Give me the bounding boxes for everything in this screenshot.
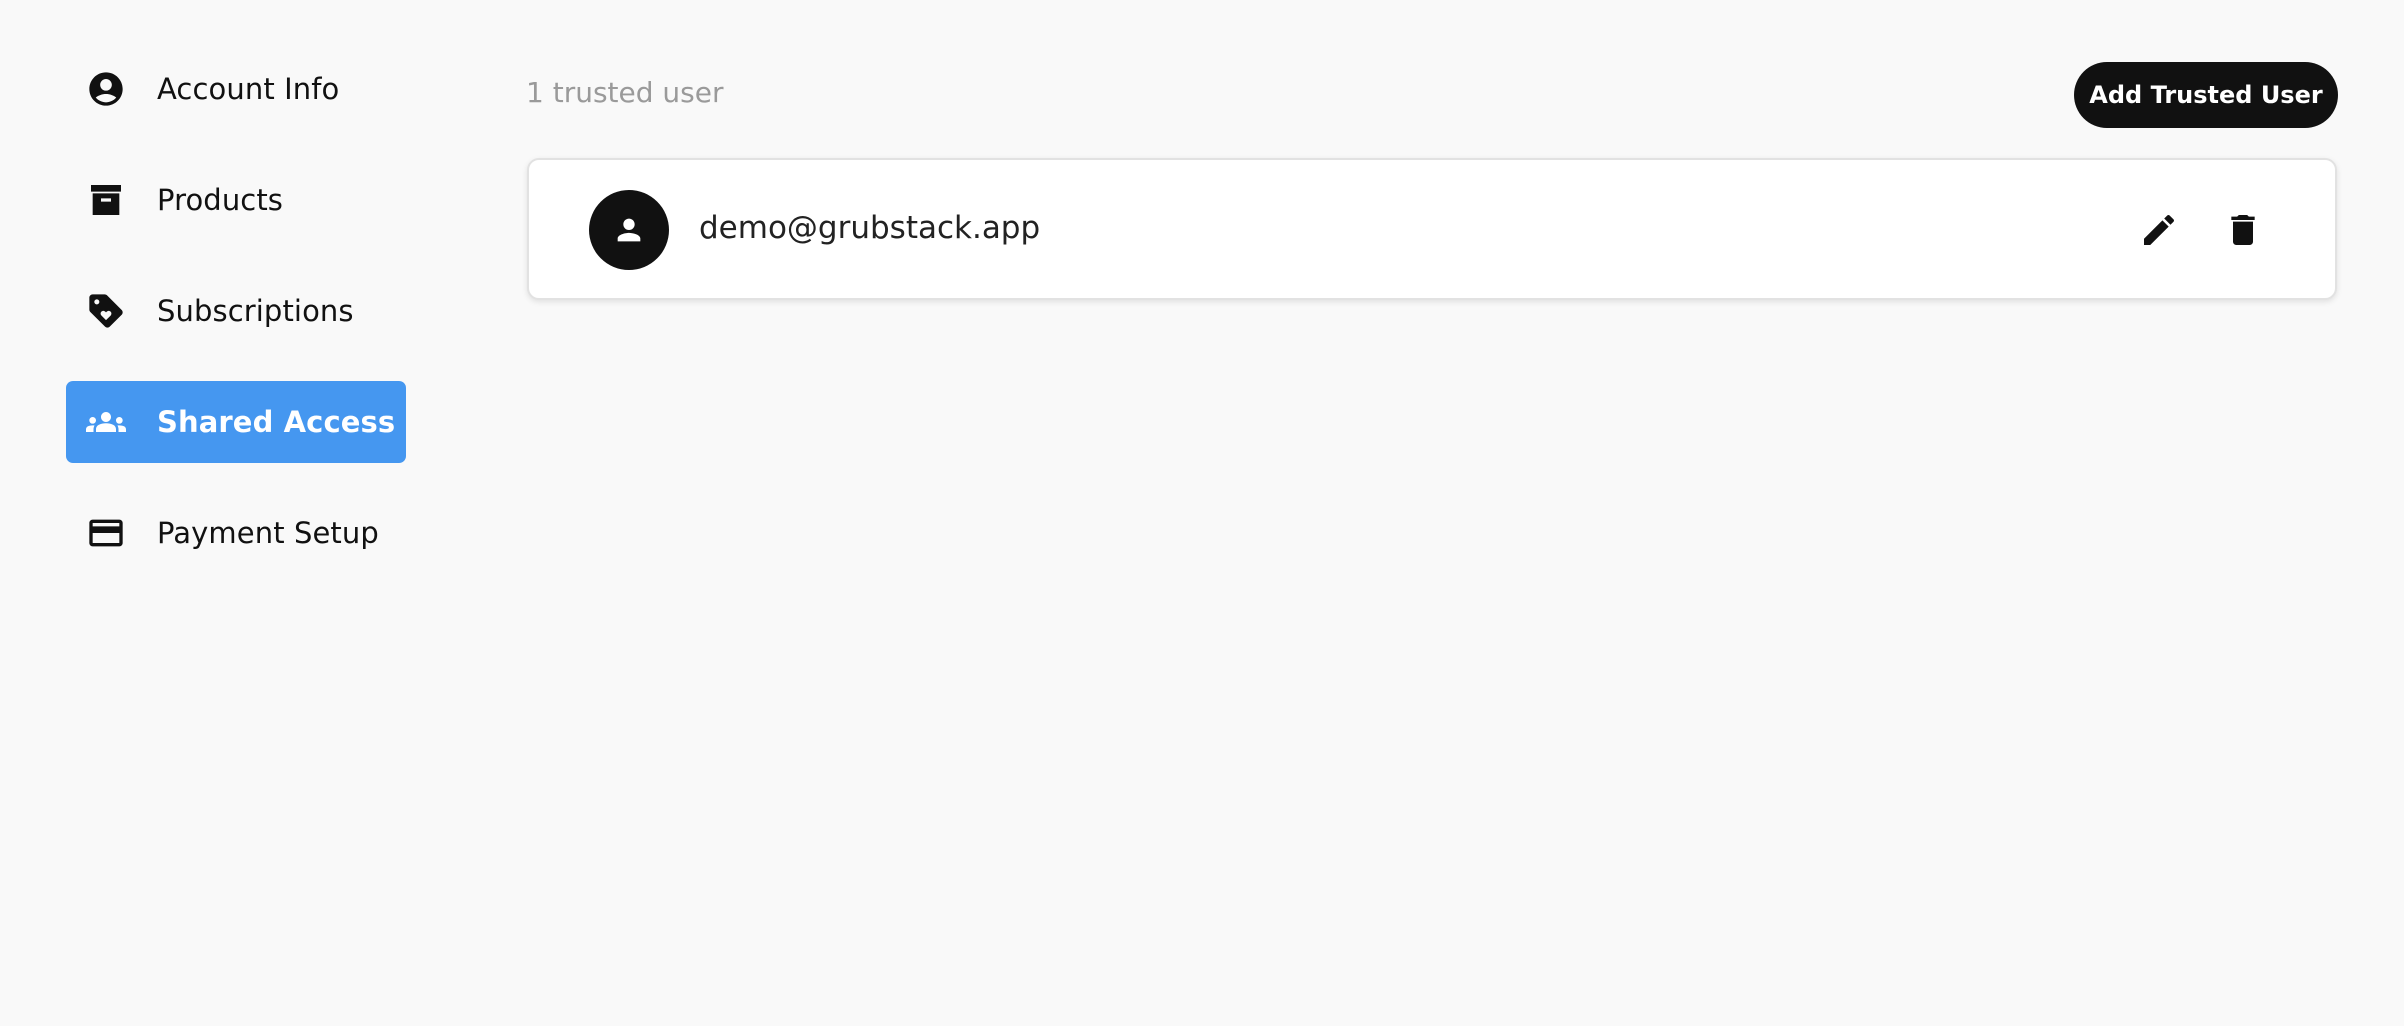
sidebar-item-label: Shared Access bbox=[157, 405, 396, 439]
sidebar-item-payment-setup[interactable]: Payment Setup bbox=[66, 492, 406, 574]
archive-box-icon bbox=[86, 180, 126, 220]
trusted-user-count: 1 trusted user bbox=[526, 76, 724, 109]
add-trusted-user-button[interactable]: Add Trusted User bbox=[2074, 62, 2338, 128]
sidebar-item-shared-access[interactable]: Shared Access bbox=[66, 381, 406, 463]
user-email: demo@grubstack.app bbox=[699, 210, 1041, 246]
edit-user-button[interactable] bbox=[2135, 206, 2183, 254]
sidebar-item-label: Account Info bbox=[157, 72, 340, 106]
credit-card-icon bbox=[86, 513, 126, 553]
sidebar-item-label: Products bbox=[157, 183, 284, 217]
sidebar-item-label: Payment Setup bbox=[157, 516, 379, 550]
sidebar-item-subscriptions[interactable]: Subscriptions bbox=[66, 270, 406, 352]
app-root: Account Info Products Subscriptions Shar… bbox=[0, 0, 2404, 1026]
delete-user-button[interactable] bbox=[2219, 206, 2267, 254]
sidebar-item-products[interactable]: Products bbox=[66, 159, 406, 241]
sidebar-item-label: Subscriptions bbox=[157, 294, 354, 328]
trusted-user-card: demo@grubstack.app bbox=[527, 158, 2337, 300]
pencil-icon bbox=[2144, 214, 2175, 245]
account-circle-icon bbox=[86, 69, 126, 109]
group-icon bbox=[86, 402, 126, 442]
sidebar: Account Info Products Subscriptions Shar… bbox=[66, 48, 406, 603]
person-icon bbox=[617, 218, 641, 242]
sidebar-item-account-info[interactable]: Account Info bbox=[66, 48, 406, 130]
trash-icon bbox=[2231, 215, 2255, 245]
avatar bbox=[589, 190, 669, 270]
tag-heart-icon bbox=[86, 291, 126, 331]
